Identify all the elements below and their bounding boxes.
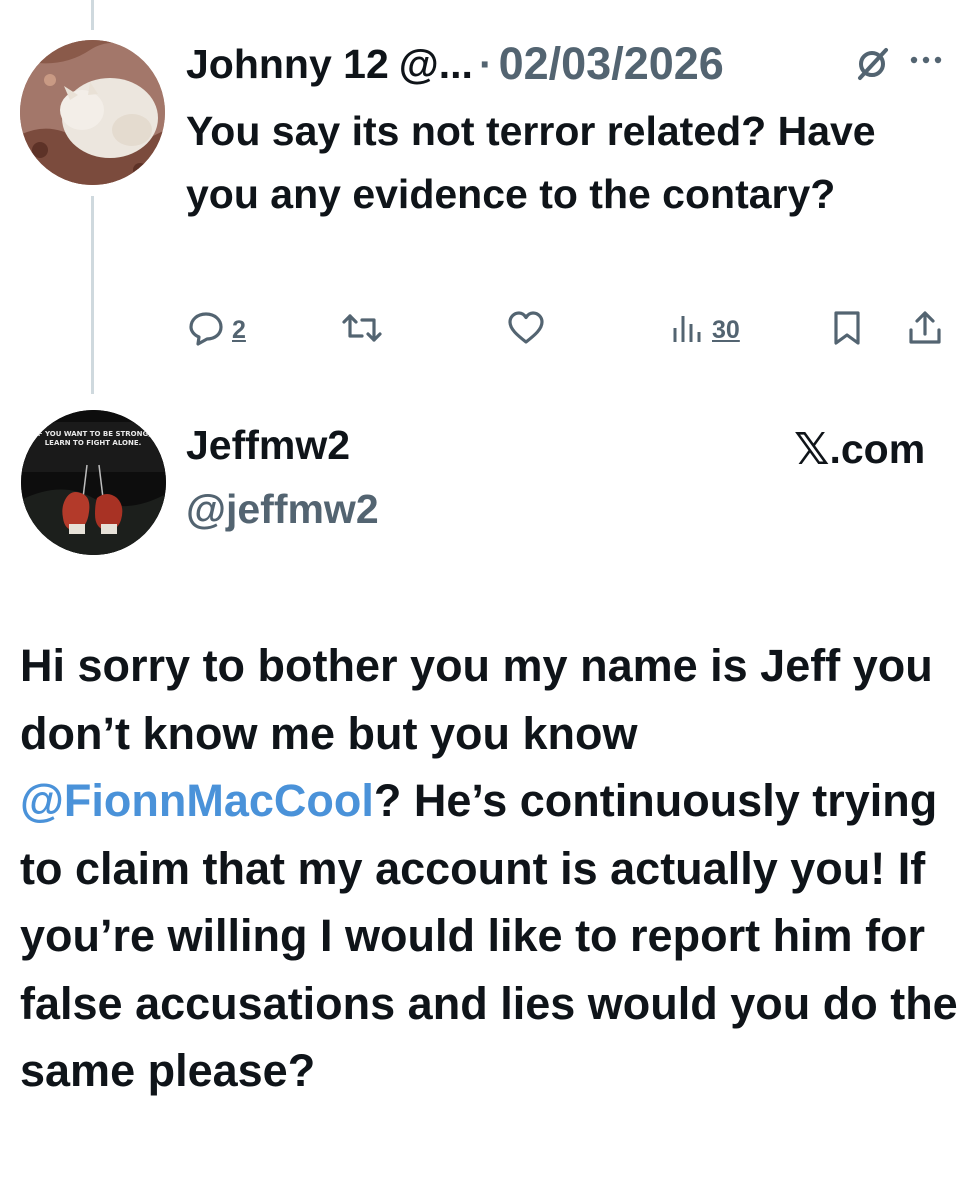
avatar-caption-line1: IF YOU WANT TO BE STRONG, [35, 430, 151, 438]
more-icon[interactable] [906, 48, 946, 77]
message-text: Hi sorry to bother you my name is Jeff y… [20, 632, 960, 1105]
like-icon [505, 308, 547, 353]
jeff-avatar[interactable]: IF YOU WANT TO BE STRONG, LEARN TO FIGHT… [21, 410, 166, 555]
retweet-icon [340, 308, 384, 353]
thread-line [91, 196, 94, 394]
share-button[interactable] [905, 306, 945, 354]
retweet-button[interactable] [340, 306, 384, 354]
boxing-gloves-image: IF YOU WANT TO BE STRONG, LEARN TO FIGHT… [21, 410, 166, 555]
message-text-part: Hi sorry to bother you my name is Jeff y… [20, 640, 933, 759]
x-logo-icon: 𝕏 [794, 424, 830, 475]
tweet-actions: 2 30 [0, 306, 969, 354]
reply-icon [186, 308, 226, 353]
x-com-label: 𝕏 .com [794, 424, 925, 475]
tweet-header: Johnny 12 @... · 02/03/2026 [186, 36, 724, 92]
tweet-text: You say its not terror related? Have you… [186, 108, 876, 217]
author-name[interactable]: Jeffmw2 [186, 422, 350, 469]
tweet-date[interactable]: 02/03/2026 [499, 38, 724, 90]
like-button[interactable] [505, 306, 547, 354]
site-domain: .com [829, 426, 926, 472]
author-handle[interactable]: @... [399, 41, 473, 88]
cat-photo [20, 40, 165, 185]
separator: · [478, 40, 493, 87]
avatar-caption-line2: LEARN TO FIGHT ALONE. [45, 439, 142, 447]
johnny-avatar[interactable] [20, 40, 165, 185]
views-icon [670, 308, 706, 353]
share-icon [905, 308, 945, 353]
mention-link[interactable]: @FionnMacCool [20, 775, 374, 826]
reply-button[interactable]: 2 [186, 306, 246, 354]
reply-count: 2 [232, 315, 246, 344]
author-handle[interactable]: @jeffmw2 [186, 486, 379, 533]
thread-line [91, 0, 94, 30]
bookmark-icon [829, 308, 865, 353]
bookmark-button[interactable] [829, 306, 865, 354]
author-name[interactable]: Johnny 12 [186, 41, 389, 88]
grok-icon[interactable] [852, 42, 894, 89]
views-button[interactable]: 30 [670, 306, 740, 354]
views-count: 30 [712, 315, 740, 344]
